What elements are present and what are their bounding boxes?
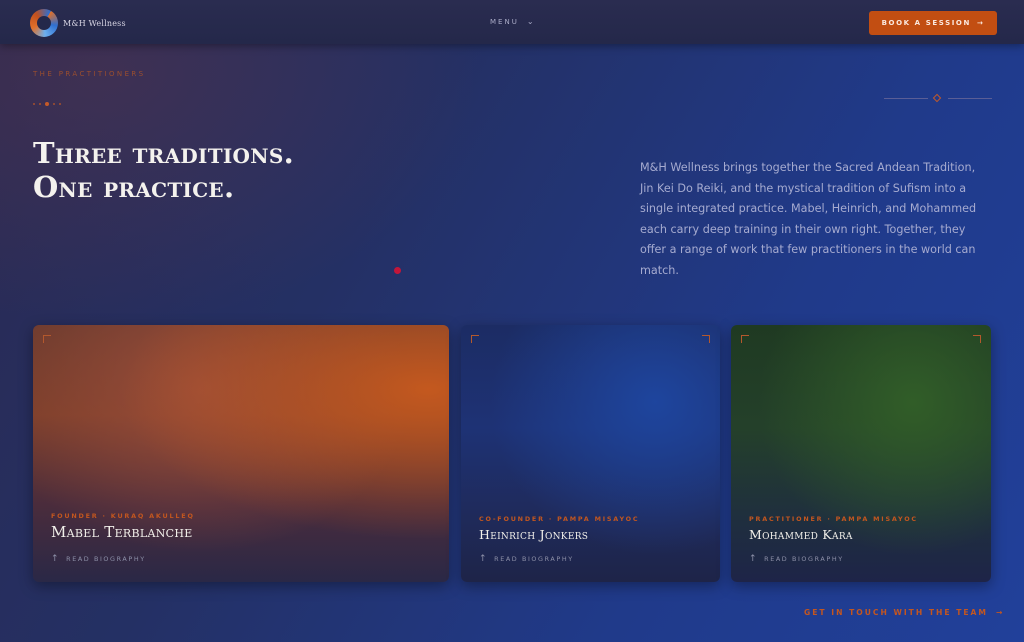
title-line-1: Three traditions. xyxy=(33,136,294,170)
practitioner-card-mabel[interactable]: FOUNDER · KURAQ AKULLEQ Mabel Terblanche… xyxy=(33,325,449,582)
arrow-up-icon: ↑ xyxy=(749,554,759,564)
decorative-dot xyxy=(394,267,401,274)
practitioner-name: Mabel Terblanche xyxy=(51,523,193,541)
title-line-2: One practice. xyxy=(33,170,235,204)
practitioner-role: FOUNDER · KURAQ AKULLEQ xyxy=(51,512,195,520)
section-eyebrow: THE PRACTITIONERS xyxy=(33,70,146,78)
read-biography-link[interactable]: ↑ READ BIOGRAPHY xyxy=(749,554,844,564)
divider-ornament xyxy=(884,93,992,103)
read-biography-link[interactable]: ↑ READ BIOGRAPHY xyxy=(51,554,146,564)
book-session-label: BOOK A SESSION xyxy=(881,19,971,27)
practitioner-name: Heinrich Jonkers xyxy=(479,527,589,542)
diamond-icon xyxy=(932,93,942,103)
practitioner-role: CO-FOUNDER · PAMPA MISAYOC xyxy=(479,515,640,523)
page-title: Three traditions. One practice. xyxy=(33,136,294,204)
menu-label: MENU xyxy=(490,17,519,26)
read-biography-label: READ BIOGRAPHY xyxy=(764,555,844,563)
intro-paragraph: M&H Wellness brings together the Sacred … xyxy=(640,161,977,277)
read-biography-link[interactable]: ↑ READ BIOGRAPHY xyxy=(479,554,574,564)
brand-name: M&H Wellness xyxy=(63,18,126,28)
read-biography-label: READ BIOGRAPHY xyxy=(494,555,574,563)
corner-ornament-icon xyxy=(702,335,710,343)
book-session-button[interactable]: BOOK A SESSION → xyxy=(869,11,997,35)
site-header: M&H Wellness MENU ⌄ BOOK A SESSION → xyxy=(0,0,1024,44)
menu-toggle[interactable]: MENU ⌄ xyxy=(490,17,536,26)
practitioner-card-heinrich[interactable]: CO-FOUNDER · PAMPA MISAYOC Heinrich Jonk… xyxy=(461,325,720,582)
practitioner-name: Mohammed Kara xyxy=(749,527,853,542)
brand-logo[interactable]: M&H Wellness xyxy=(30,9,126,37)
corner-ornament-icon xyxy=(973,335,981,343)
arrow-right-icon: → xyxy=(976,19,985,27)
corner-ornament-icon xyxy=(43,335,51,343)
contact-team-link[interactable]: GET IN TOUCH WITH THE TEAM → xyxy=(804,608,1004,617)
contact-team-label: GET IN TOUCH WITH THE TEAM xyxy=(804,608,988,617)
eyebrow-dots-ornament xyxy=(33,102,61,106)
corner-ornament-icon xyxy=(471,335,479,343)
arrow-up-icon: ↑ xyxy=(51,554,61,564)
practitioner-role: PRACTITIONER · PAMPA MISAYOC xyxy=(749,515,918,523)
practitioner-card-mohammed[interactable]: PRACTITIONER · PAMPA MISAYOC Mohammed Ka… xyxy=(731,325,991,582)
logo-mark-icon xyxy=(30,9,58,37)
arrow-right-icon: → xyxy=(996,608,1005,617)
read-biography-label: READ BIOGRAPHY xyxy=(66,555,146,563)
corner-ornament-icon xyxy=(741,335,749,343)
chevron-down-icon: ⌄ xyxy=(526,17,536,26)
arrow-up-icon: ↑ xyxy=(479,554,489,564)
